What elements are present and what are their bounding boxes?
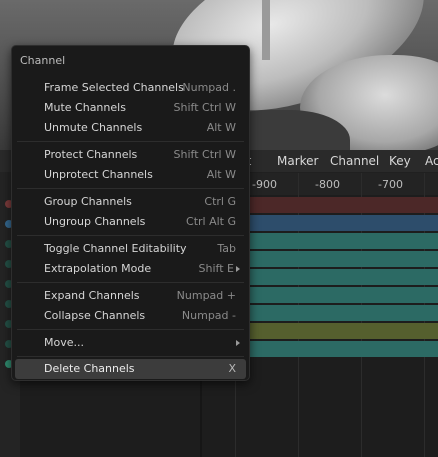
menu-item-shortcut: X [228,362,236,375]
menu-item-shortcut: Numpad - [181,309,236,322]
menu-item-unmute-channels[interactable]: Unmute Channels Alt W [15,118,246,138]
menu-item-label: Mute Channels [44,101,126,114]
menu-marker[interactable]: Marker [277,154,318,168]
menu-item-shortcut: Numpad + [176,289,236,302]
menu-item-label: Move... [44,336,84,349]
menu-separator [17,141,244,142]
viewport-model-shape [262,0,270,60]
menu-item-label: Expand Channels [44,289,140,302]
menu-item-label: Group Channels [44,195,132,208]
menu-action[interactable]: Ac [425,154,438,168]
menu-item-protect-channels[interactable]: Protect Channels Shift Ctrl W [15,145,246,165]
menu-item-label: Frame Selected Channels [44,81,184,94]
ruler-tick: -800 [315,178,340,191]
menu-item-ungroup-channels[interactable]: Ungroup Channels Ctrl Alt G [15,212,246,232]
chevron-right-icon [236,266,240,272]
menu-separator [17,188,244,189]
menu-item-label: Toggle Channel Editability [44,242,187,255]
menu-item-shortcut: Tab [217,242,236,255]
menu-item-extrapolation-mode[interactable]: Extrapolation Mode Shift E [15,259,246,279]
menu-item-shortcut: Alt W [206,168,236,181]
menu-title: Channel [20,54,66,67]
menu-item-delete-channels[interactable]: Delete Channels X [15,359,246,379]
ruler-tick: -700 [378,178,403,191]
menu-item-label: Protect Channels [44,148,138,161]
menu-item-group-channels[interactable]: Group Channels Ctrl G [15,192,246,212]
menu-item-label: Unmute Channels [44,121,143,134]
menu-item-shortcut: Ctrl G [204,195,236,208]
menu-separator [17,282,244,283]
menu-item-shortcut: Alt W [206,121,236,134]
menu-item-label: Delete Channels [44,362,135,375]
menu-separator [17,329,244,330]
menu-item-label: Ungroup Channels [44,215,146,228]
menu-item-collapse-channels[interactable]: Collapse Channels Numpad - [15,306,246,326]
menu-item-mute-channels[interactable]: Mute Channels Shift Ctrl W [15,98,246,118]
menu-separator [17,356,244,357]
menu-item-label: Collapse Channels [44,309,146,322]
ruler-tick: -900 [252,178,277,191]
menu-item-shortcut: Numpad . [182,81,236,94]
chevron-right-icon [236,340,240,346]
menu-item-label: Unprotect Channels [44,168,153,181]
menu-item-frame-selected-channels[interactable]: Frame Selected Channels Numpad . [15,78,246,98]
menu-item-shortcut: Shift Ctrl W [173,101,236,114]
menu-item-shortcut: Shift Ctrl W [173,148,236,161]
menu-item-shortcut: Ctrl Alt G [186,215,236,228]
menu-item-shortcut: Shift E [198,262,234,275]
menu-channel[interactable]: Channel [330,154,379,168]
menu-separator [17,235,244,236]
menu-item-move[interactable]: Move... [15,333,246,353]
menu-item-label: Extrapolation Mode [44,262,152,275]
menu-item-toggle-channel-editability[interactable]: Toggle Channel Editability Tab [15,239,246,259]
menu-item-unprotect-channels[interactable]: Unprotect Channels Alt W [15,165,246,185]
menu-key[interactable]: Key [389,154,411,168]
channel-context-menu: Channel Frame Selected Channels Numpad .… [11,45,250,381]
menu-item-expand-channels[interactable]: Expand Channels Numpad + [15,286,246,306]
